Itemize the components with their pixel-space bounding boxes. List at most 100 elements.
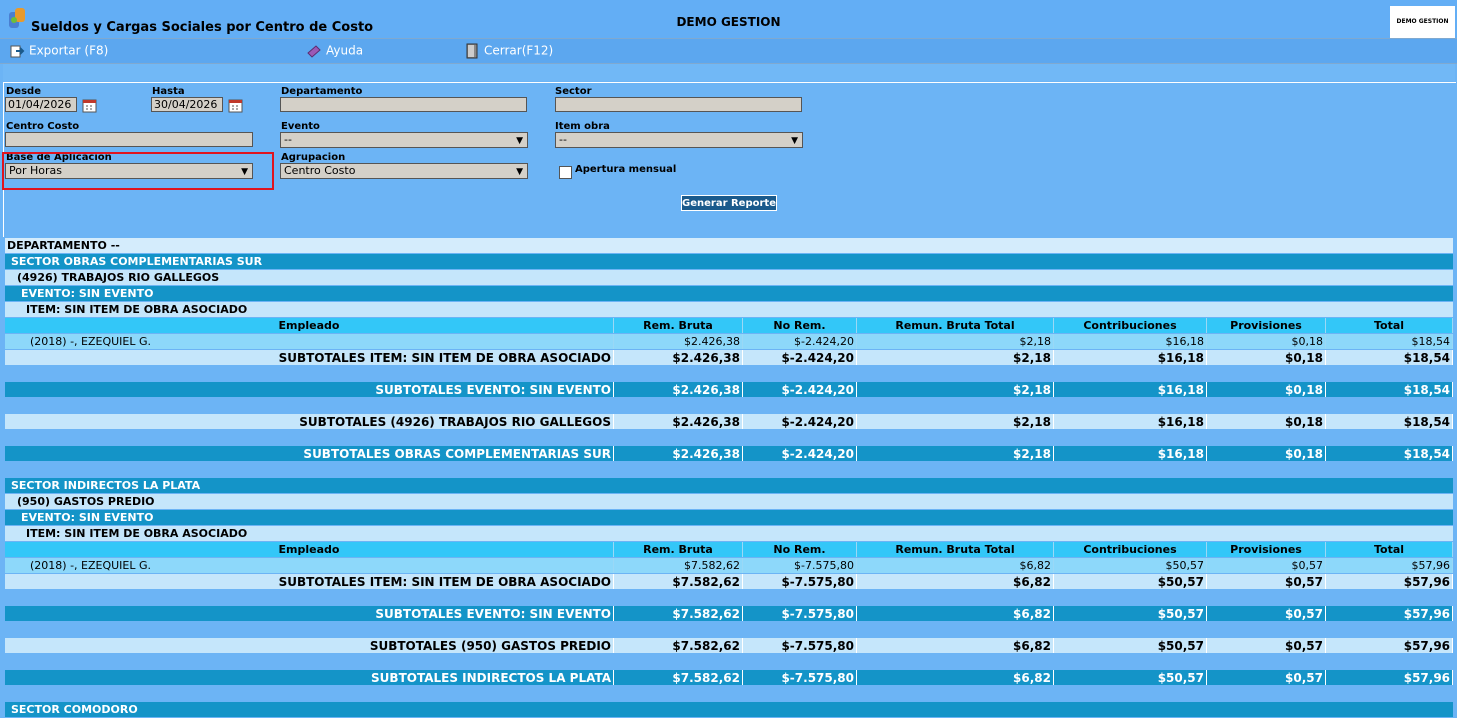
spacer-row: [5, 462, 1453, 477]
desde-input[interactable]: 01/04/2026: [5, 97, 77, 112]
employee-row-cell: $2.426,38: [614, 334, 743, 349]
brand-logo: DEMO GESTION: [1390, 6, 1455, 38]
toolbar: Exportar (F8) Ayuda Cerrar(F12): [0, 39, 1457, 64]
column-header-row: Empleado Rem. Bruta No Rem. Remun. Bruta To…: [5, 318, 1454, 333]
column-header-row-cell: Provisiones: [1207, 542, 1326, 557]
item-obra-select[interactable]: -- ▼: [555, 132, 803, 148]
spacer-cell: [5, 590, 1453, 605]
item-obra-value: --: [559, 133, 567, 146]
subtotal-cost-center-row-cell: $-7.575,80: [743, 638, 857, 653]
subtotal-cost-center-row-cell: $57,96: [1326, 638, 1454, 653]
subtotal-sector-row: SUBTOTALES INDIRECTOS LA PLATA $7.582,62 $…: [5, 670, 1454, 685]
event-row-label: EVENTO: SIN EVENTO: [5, 286, 1454, 301]
column-header-row-cell: No Rem.: [743, 542, 857, 557]
subtotal-sector-row-cell: $6,82: [857, 670, 1054, 685]
employee-row: (2018) -, EZEQUIEL G. $7.582,62 $-7.575,80…: [5, 558, 1454, 573]
column-header-row-cell: Rem. Bruta: [614, 318, 743, 333]
calendar-icon[interactable]: [227, 97, 245, 115]
close-button[interactable]: Cerrar(F12): [464, 43, 553, 59]
subtotal-sector-row-cell: $7.582,62: [614, 670, 743, 685]
subtotal-event-row-cell: $0,18: [1207, 382, 1326, 397]
spacer-row: [5, 366, 1453, 381]
employee-row-cell: $2,18: [857, 334, 1054, 349]
subtotal-event-row-label: SUBTOTALES EVENTO: SIN EVENTO: [5, 382, 614, 397]
spacer-row: [5, 398, 1453, 413]
subtotal-cost-center-row-label: SUBTOTALES (4926) TRABAJOS RIO GALLEGOS: [5, 414, 614, 429]
employee-row-cell: $16,18: [1054, 334, 1207, 349]
subtotal-cost-center-row-cell: $2.426,38: [614, 414, 743, 429]
event-row-label: EVENTO: SIN EVENTO: [5, 510, 1454, 525]
title-bar: Sueldos y Cargas Sociales por Centro de …: [0, 0, 1457, 39]
item-row-label: ITEM: SIN ITEM DE OBRA ASOCIADO: [5, 526, 1454, 541]
report-area: DEPARTAMENTO -- SECTOR OBRAS COMPLEMENTA…: [5, 237, 1454, 718]
sector-input[interactable]: [555, 97, 802, 112]
spacer-cell: [5, 654, 1453, 669]
item-row-label: ITEM: SIN ITEM DE OBRA ASOCIADO: [5, 302, 1454, 317]
export-button[interactable]: Exportar (F8): [9, 43, 108, 59]
help-button[interactable]: Ayuda: [306, 43, 363, 59]
evento-select[interactable]: -- ▼: [280, 132, 528, 148]
subtotal-sector-row-cell: $0,57: [1207, 670, 1326, 685]
subtotal-item-row-cell: $-7.575,80: [743, 574, 857, 589]
subtotal-sector-row-cell: $50,57: [1054, 670, 1207, 685]
column-header-row: Empleado Rem. Bruta No Rem. Remun. Bruta To…: [5, 542, 1454, 557]
company-name: DEMO GESTION: [676, 15, 781, 29]
close-label: Cerrar(F12): [484, 43, 554, 58]
subtotal-item-row-label: SUBTOTALES ITEM: SIN ITEM DE OBRA ASOCIA…: [5, 574, 614, 589]
apertura-mensual-label: Apertura mensual: [575, 164, 677, 175]
calendar-icon[interactable]: [81, 97, 99, 115]
subtotal-cost-center-row-cell: $7.582,62: [614, 638, 743, 653]
column-header-row-cell: Contribuciones: [1054, 318, 1207, 333]
subtotal-event-row-cell: $6,82: [857, 606, 1054, 621]
subtotal-item-row-cell: $57,96: [1326, 574, 1454, 589]
subtotal-event-row-cell: $16,18: [1054, 382, 1207, 397]
subtotal-event-row-cell: $18,54: [1326, 382, 1454, 397]
subtotal-sector-row-label: SUBTOTALES OBRAS COMPLEMENTARIAS SUR: [5, 446, 614, 461]
agrupacion-value: Centro Costo: [284, 164, 356, 177]
export-label: Exportar (F8): [29, 43, 109, 58]
sector-row-label: SECTOR OBRAS COMPLEMENTARIAS SUR: [5, 254, 1454, 269]
subtotal-sector-row-cell: $16,18: [1054, 446, 1207, 461]
subtotal-item-row: SUBTOTALES ITEM: SIN ITEM DE OBRA ASOCIA…: [5, 350, 1454, 365]
agrupacion-select[interactable]: Centro Costo ▼: [280, 163, 528, 179]
subtotal-cost-center-row-cell: $2,18: [857, 414, 1054, 429]
column-header-row-cell: Total: [1326, 318, 1454, 333]
subtotal-cost-center-row-cell: $50,57: [1054, 638, 1207, 653]
employee-row: (2018) -, EZEQUIEL G. $2.426,38 $-2.424,20…: [5, 334, 1454, 349]
departamento-input[interactable]: [280, 97, 527, 112]
sector-row: SECTOR COMODORO: [5, 702, 1454, 717]
departamento-label: Departamento: [281, 86, 363, 97]
subtotal-sector-row-cell: $2,18: [857, 446, 1054, 461]
close-door-icon: [466, 43, 478, 59]
apertura-mensual-checkbox[interactable]: [559, 166, 572, 179]
subtotal-sector-row-label: SUBTOTALES INDIRECTOS LA PLATA: [5, 670, 614, 685]
column-header-row-cell: Contribuciones: [1054, 542, 1207, 557]
event-row: EVENTO: SIN EVENTO: [5, 286, 1454, 301]
chevron-down-icon: ▼: [516, 136, 523, 146]
centro-costo-input[interactable]: [5, 132, 253, 147]
sector-row: SECTOR OBRAS COMPLEMENTARIAS SUR: [5, 254, 1454, 269]
filters-header-band: [3, 64, 1455, 81]
subtotal-event-row-cell: $-7.575,80: [743, 606, 857, 621]
hasta-input[interactable]: 30/04/2026: [151, 97, 223, 112]
sector-row-label: SECTOR COMODORO: [5, 702, 1454, 717]
department-row: DEPARTAMENTO --: [5, 238, 1454, 253]
employee-row-cell: $57,96: [1326, 558, 1454, 573]
subtotal-cost-center-row-label: SUBTOTALES (950) GASTOS PREDIO: [5, 638, 614, 653]
centro-costo-label: Centro Costo: [6, 121, 80, 132]
subtotal-event-row-label: SUBTOTALES EVENTO: SIN EVENTO: [5, 606, 614, 621]
hasta-label: Hasta: [152, 86, 185, 97]
column-header-row-cell: Total: [1326, 542, 1454, 557]
subtotal-item-row-cell: $-2.424,20: [743, 350, 857, 365]
column-header-row-cell: Remun. Bruta Total: [857, 542, 1054, 557]
subtotal-sector-row: SUBTOTALES OBRAS COMPLEMENTARIAS SUR $2.4…: [5, 446, 1454, 461]
column-header-row-label: Empleado: [5, 542, 614, 557]
subtotal-item-row-cell: $7.582,62: [614, 574, 743, 589]
spacer-row: [5, 430, 1453, 445]
generate-report-button[interactable]: Generar Reporte: [681, 195, 777, 211]
report-table: DEPARTAMENTO -- SECTOR OBRAS COMPLEMENTA…: [5, 237, 1454, 718]
spacer-row: [5, 654, 1453, 669]
subtotal-cost-center-row-cell: $0,18: [1207, 414, 1326, 429]
chevron-down-icon: ▼: [516, 167, 523, 177]
sector-label: Sector: [555, 86, 592, 97]
